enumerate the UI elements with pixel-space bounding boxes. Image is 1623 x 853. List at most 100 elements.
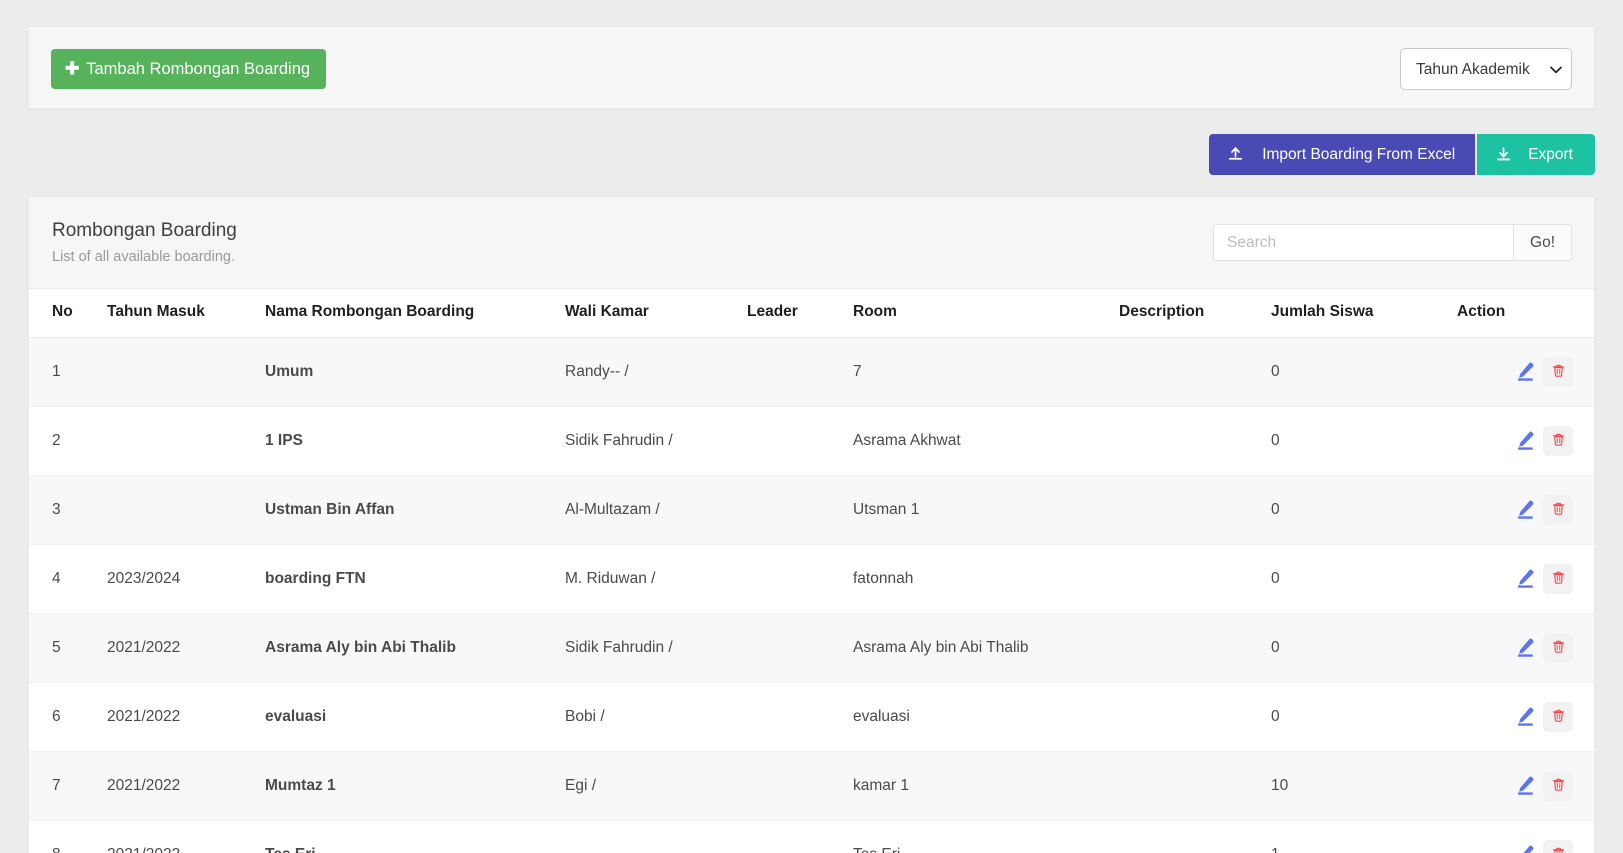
cell-jumlah-siswa: 0 — [1271, 406, 1457, 476]
trash-icon — [1551, 639, 1566, 657]
edit-row-button[interactable] — [1510, 702, 1540, 732]
page-root: ✚ Tambah Rombongan Boarding Tahun Akadem… — [0, 0, 1623, 853]
cell-tahun-masuk: 2021/2022 — [107, 613, 265, 683]
cell-no: 8 — [29, 820, 107, 853]
delete-row-button[interactable] — [1543, 426, 1573, 456]
pencil-icon — [1514, 774, 1536, 799]
pencil-icon — [1514, 429, 1536, 454]
table-row: 6 2021/2022 evaluasi Bobi / evaluasi 0 — [29, 682, 1594, 752]
export-button[interactable]: Export — [1477, 134, 1595, 175]
export-button-label: Export — [1528, 145, 1573, 163]
cell-no: 4 — [29, 544, 107, 614]
table-head: No Tahun Masuk Nama Rombongan Boarding W… — [29, 289, 1594, 338]
cell-action — [1457, 751, 1594, 821]
cell-wali-kamar: Randy-- / — [565, 337, 747, 407]
import-boarding-from-excel-button[interactable]: Import Boarding From Excel — [1209, 134, 1476, 175]
cell-action — [1457, 406, 1594, 476]
cell-wali-kamar: Sidik Fahrudin / — [565, 406, 747, 476]
delete-row-button[interactable] — [1543, 357, 1573, 387]
edit-row-button[interactable] — [1510, 426, 1540, 456]
cell-description — [1119, 751, 1271, 821]
cell-room: Asrama Akhwat — [853, 406, 1119, 476]
table-row: 4 2023/2024 boarding FTN M. Riduwan / fatonn… — [29, 544, 1594, 614]
import-export-row: Import Boarding From Excel Export — [1209, 134, 1595, 175]
delete-row-button[interactable] — [1543, 771, 1573, 801]
cell-tahun-masuk: 2021/2022 — [107, 820, 265, 853]
edit-row-button[interactable] — [1510, 564, 1540, 594]
cell-action — [1457, 544, 1594, 614]
page-title: Rombongan Boarding — [52, 220, 237, 241]
row-action-group — [1510, 495, 1573, 525]
add-rombongan-boarding-button[interactable]: ✚ Tambah Rombongan Boarding — [51, 49, 327, 89]
cell-tahun-masuk — [107, 337, 265, 407]
cell-leader — [747, 544, 853, 614]
toolbar-card: ✚ Tambah Rombongan Boarding Tahun Akadem… — [28, 26, 1595, 109]
pencil-icon — [1514, 360, 1536, 385]
cell-description — [1119, 475, 1271, 545]
column-header-jumlah-siswa: Jumlah Siswa — [1271, 289, 1457, 338]
row-action-group — [1510, 840, 1573, 853]
column-header-tahun-masuk: Tahun Masuk — [107, 289, 265, 338]
search-group: Go! — [1213, 224, 1572, 261]
table-row: 82021/2022Tes EriTes Eri1 — [29, 820, 1594, 853]
cell-room: kamar 1 — [853, 751, 1119, 821]
cell-nama: boarding FTN — [265, 544, 565, 614]
search-go-button[interactable]: Go! — [1513, 224, 1572, 261]
edit-row-button[interactable] — [1510, 495, 1540, 525]
cell-tahun-masuk: 2021/2022 — [107, 682, 265, 752]
edit-row-button[interactable] — [1510, 840, 1540, 853]
trash-icon — [1551, 708, 1566, 726]
cell-nama: evaluasi — [265, 682, 565, 752]
cell-description — [1119, 337, 1271, 407]
cell-jumlah-siswa: 0 — [1271, 613, 1457, 683]
import-button-label: Import Boarding From Excel — [1262, 145, 1456, 163]
cell-jumlah-siswa: 0 — [1271, 475, 1457, 545]
cell-wali-kamar: M. Riduwan / — [565, 544, 747, 614]
cell-leader — [747, 406, 853, 476]
column-header-room: Room — [853, 289, 1119, 338]
table-row: 3 Ustman Bin Affan Al-Multazam / Utsman 1 0 — [29, 475, 1594, 545]
delete-row-button[interactable] — [1543, 633, 1573, 663]
cell-no: 7 — [29, 751, 107, 821]
cell-no: 5 — [29, 613, 107, 683]
download-icon — [1495, 146, 1512, 163]
cell-nama: Umum — [265, 337, 565, 407]
academic-year-select-wrapper[interactable]: Tahun Akademik — [1400, 48, 1572, 90]
cell-description — [1119, 820, 1271, 853]
cell-leader — [747, 475, 853, 545]
delete-row-button[interactable] — [1543, 495, 1573, 525]
column-header-no: No — [29, 289, 107, 338]
cell-description — [1119, 406, 1271, 476]
cell-tahun-masuk: 2023/2024 — [107, 544, 265, 614]
delete-row-button[interactable] — [1543, 702, 1573, 732]
column-header-description: Description — [1119, 289, 1271, 338]
cell-jumlah-siswa: 0 — [1271, 544, 1457, 614]
boarding-list-card: Rombongan Boarding List of all available… — [28, 196, 1595, 853]
column-header-leader: Leader — [747, 289, 853, 338]
cell-leader — [747, 682, 853, 752]
cell-nama: Asrama Aly bin Abi Thalib — [265, 613, 565, 683]
cell-nama: Tes Eri — [265, 820, 565, 853]
cell-no: 2 — [29, 406, 107, 476]
cell-action — [1457, 337, 1594, 407]
plus-icon: ✚ — [65, 59, 80, 78]
delete-row-button[interactable] — [1543, 564, 1573, 594]
edit-row-button[interactable] — [1510, 633, 1540, 663]
cell-room: evaluasi — [853, 682, 1119, 752]
pencil-icon — [1514, 636, 1536, 661]
delete-row-button[interactable] — [1543, 840, 1573, 853]
edit-row-button[interactable] — [1510, 771, 1540, 801]
edit-row-button[interactable] — [1510, 357, 1540, 387]
pencil-icon — [1514, 567, 1536, 592]
card-header: Rombongan Boarding List of all available… — [29, 197, 1594, 289]
search-input[interactable] — [1213, 224, 1514, 261]
cell-leader — [747, 337, 853, 407]
cell-wali-kamar: Bobi / — [565, 682, 747, 752]
academic-year-select[interactable]: Tahun Akademik — [1400, 48, 1572, 90]
table-header-row: No Tahun Masuk Nama Rombongan Boarding W… — [29, 289, 1594, 338]
table-row: 5 2021/2022 Asrama Aly bin Abi Thalib Sidik… — [29, 613, 1594, 683]
table-body: 1 Umum Randy-- /7 0 2 1 IPS Sidik Fahrudin / As… — [29, 337, 1594, 853]
row-action-group — [1510, 426, 1573, 456]
cell-no: 1 — [29, 337, 107, 407]
cell-jumlah-siswa: 0 — [1271, 682, 1457, 752]
